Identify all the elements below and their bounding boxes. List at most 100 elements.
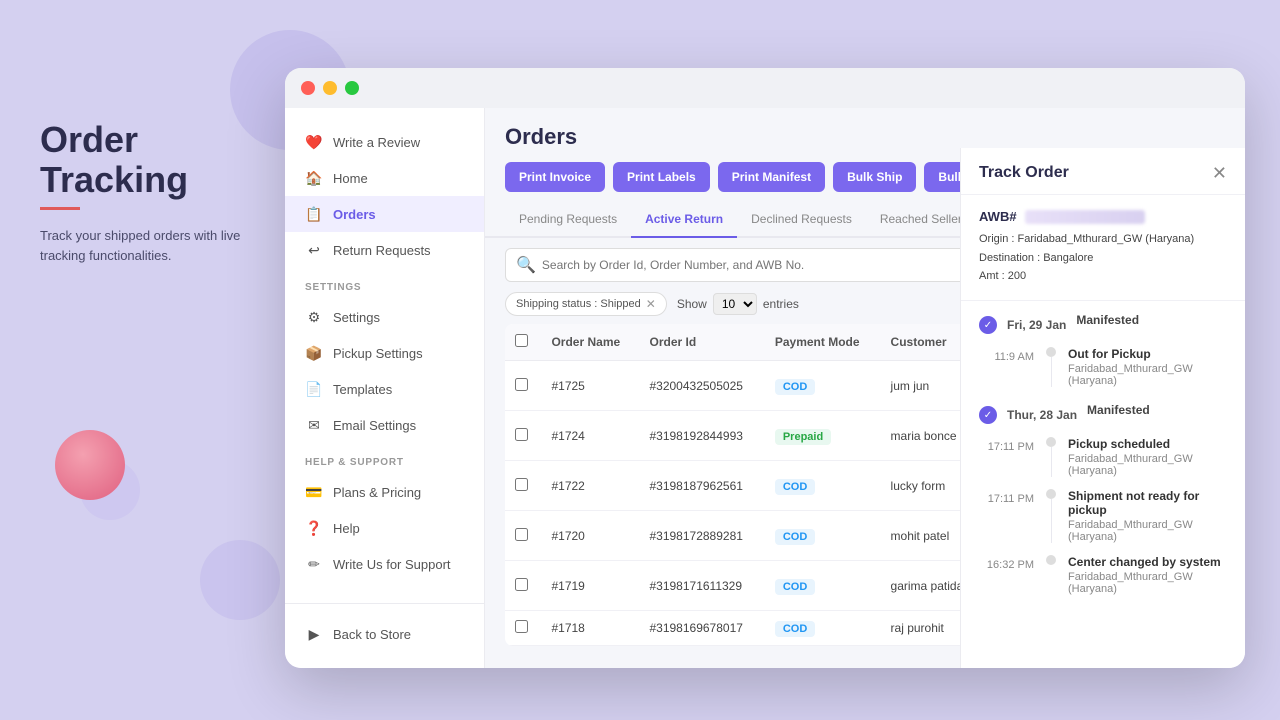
left-panel: Order Tracking Track your shipped orders… [40,120,260,265]
sidebar-item-orders-label: Orders [333,207,376,222]
tl-circle [1046,437,1056,447]
destination-label: Destination : [979,252,1043,264]
shipping-status-filter[interactable]: Shipping status : Shipped ✕ [505,292,667,316]
order-id-cell: #3198169678017 [639,611,764,646]
print-invoice-button[interactable]: Print Invoice [505,162,605,192]
print-manifest-button[interactable]: Print Manifest [718,162,825,192]
tl-line [1051,357,1052,387]
order-name-cell: #1724 [541,411,639,461]
tl-time: 11:9 AM [979,347,1034,387]
pink-ball-decoration [55,430,125,500]
orders-icon: 📋 [305,205,323,223]
row-checkbox[interactable] [515,378,528,391]
sidebar-item-help-label: Help [333,521,360,536]
entries-select[interactable]: 10 25 50 [713,293,757,315]
tl-dot-col [1044,437,1058,477]
sidebar-item-settings[interactable]: ⚙ Settings [285,299,484,335]
templates-icon: 📄 [305,380,323,398]
sidebar-item-plans[interactable]: 💳 Plans & Pricing [285,474,484,510]
row-checkbox[interactable] [515,478,528,491]
col-checkbox [505,324,541,361]
close-track-panel-button[interactable]: ✕ [1212,164,1227,182]
tl-event-content: Out for Pickup Faridabad_Mthurard_GW (Ha… [1068,347,1227,387]
sidebar-item-orders[interactable]: 📋 Orders [285,196,484,232]
return-icon: ↩ [305,241,323,259]
tl-circle [1046,489,1056,499]
payment-badge: COD [775,529,815,545]
timeline-date-thur: ✓ Thur, 28 Jan Manifested [979,403,1227,427]
sidebar-item-email-settings[interactable]: ✉ Email Settings [285,407,484,443]
tl-line [1051,447,1052,477]
timeline-event: 17:11 PM Pickup scheduled Faridabad_Mthu… [979,437,1227,477]
order-id-cell: #3198171611329 [639,561,764,611]
sidebar-item-back-to-store[interactable]: ▶ Back to Store [285,616,484,652]
order-id-cell: #3198172889281 [639,511,764,561]
awb-label: AWB# [979,209,1017,224]
tab-declined[interactable]: Declined Requests [737,202,866,238]
settings-icon: ⚙ [305,308,323,326]
sidebar-item-plans-label: Plans & Pricing [333,485,421,500]
timeline-event: 16:32 PM Center changed by system Farida… [979,555,1227,595]
sidebar-item-pickup-label: Pickup Settings [333,346,423,361]
payment-badge: COD [775,479,815,495]
bulk-ship-button[interactable]: Bulk Ship [833,162,916,192]
page-description: Track your shipped orders with live trac… [40,226,260,265]
help-section-label: HELP & SUPPORT [285,443,484,474]
orders-title: Orders [505,124,1225,150]
sidebar-item-write-us[interactable]: ✏ Write Us for Support [285,546,484,582]
sidebar-bottom: ▶ Back to Store [285,603,484,652]
timeline-event: 11:9 AM Out for Pickup Faridabad_Mthurar… [979,347,1227,387]
order-name-cell: #1722 [541,461,639,511]
tl-dot-col [1044,489,1058,543]
sidebar-item-write-review-label: Write a Review [333,135,420,150]
app-body: ❤️ Write a Review 🏠 Home 📋 Orders ↩ Retu… [285,108,1245,668]
track-detail-destination: Destination : Bangalore [979,249,1227,268]
remove-filter-icon[interactable]: ✕ [646,297,656,311]
row-checkbox[interactable] [515,578,528,591]
amt-value: 200 [1008,270,1026,282]
origin-value: Faridabad_Mthurard_GW (Haryana) [1018,233,1195,245]
tl-time: 17:11 PM [979,489,1034,543]
track-order-panel: Track Order ✕ AWB# Origin : Faridabad_Mt… [960,148,1245,668]
sidebar-item-pickup-settings[interactable]: 📦 Pickup Settings [285,335,484,371]
tl-dot-col [1044,555,1058,595]
close-button-tl[interactable] [301,81,315,95]
sidebar-item-templates[interactable]: 📄 Templates [285,371,484,407]
sidebar-item-templates-label: Templates [333,382,392,397]
tl-line [1051,499,1052,543]
select-all-checkbox[interactable] [515,334,528,347]
maximize-button-tl[interactable] [345,81,359,95]
row-checkbox[interactable] [515,620,528,633]
timeline-group-fri: ✓ Fri, 29 Jan Manifested 11:9 AM [979,313,1227,387]
order-name-cell: #1719 [541,561,639,611]
tab-active-return[interactable]: Active Return [631,202,737,238]
timeline-date-fri: ✓ Fri, 29 Jan Manifested [979,313,1227,337]
tl-time: 16:32 PM [979,555,1034,595]
payment-badge: COD [775,579,815,595]
col-order-name: Order Name [541,324,639,361]
print-labels-button[interactable]: Print Labels [613,162,710,192]
tab-pending[interactable]: Pending Requests [505,202,631,238]
row-checkbox[interactable] [515,528,528,541]
tl-circle [1046,555,1056,565]
origin-label: Origin : [979,233,1018,245]
page-title: Order Tracking [40,120,260,199]
timeline-check-thur: ✓ [979,406,997,424]
settings-section-label: SETTINGS [285,268,484,299]
destination-value: Bangalore [1043,252,1093,264]
show-entries: Show 10 25 50 entries [677,293,799,315]
timeline-date-thur-label: Thur, 28 Jan [1007,408,1077,422]
row-checkbox[interactable] [515,428,528,441]
sidebar-item-write-review[interactable]: ❤️ Write a Review [285,124,484,160]
sidebar-item-help[interactable]: ❓ Help [285,510,484,546]
email-icon: ✉ [305,416,323,434]
tl-event-content: Pickup scheduled Faridabad_Mthurard_GW (… [1068,437,1227,477]
sidebar-item-return-requests[interactable]: ↩ Return Requests [285,232,484,268]
payment-badge: Prepaid [775,429,831,445]
sidebar-item-home-label: Home [333,171,368,186]
tl-event-content: Center changed by system Faridabad_Mthur… [1068,555,1227,595]
timeline-check-fri: ✓ [979,316,997,334]
sidebar-item-home[interactable]: 🏠 Home [285,160,484,196]
minimize-button-tl[interactable] [323,81,337,95]
track-panel-title: Track Order [979,164,1069,182]
